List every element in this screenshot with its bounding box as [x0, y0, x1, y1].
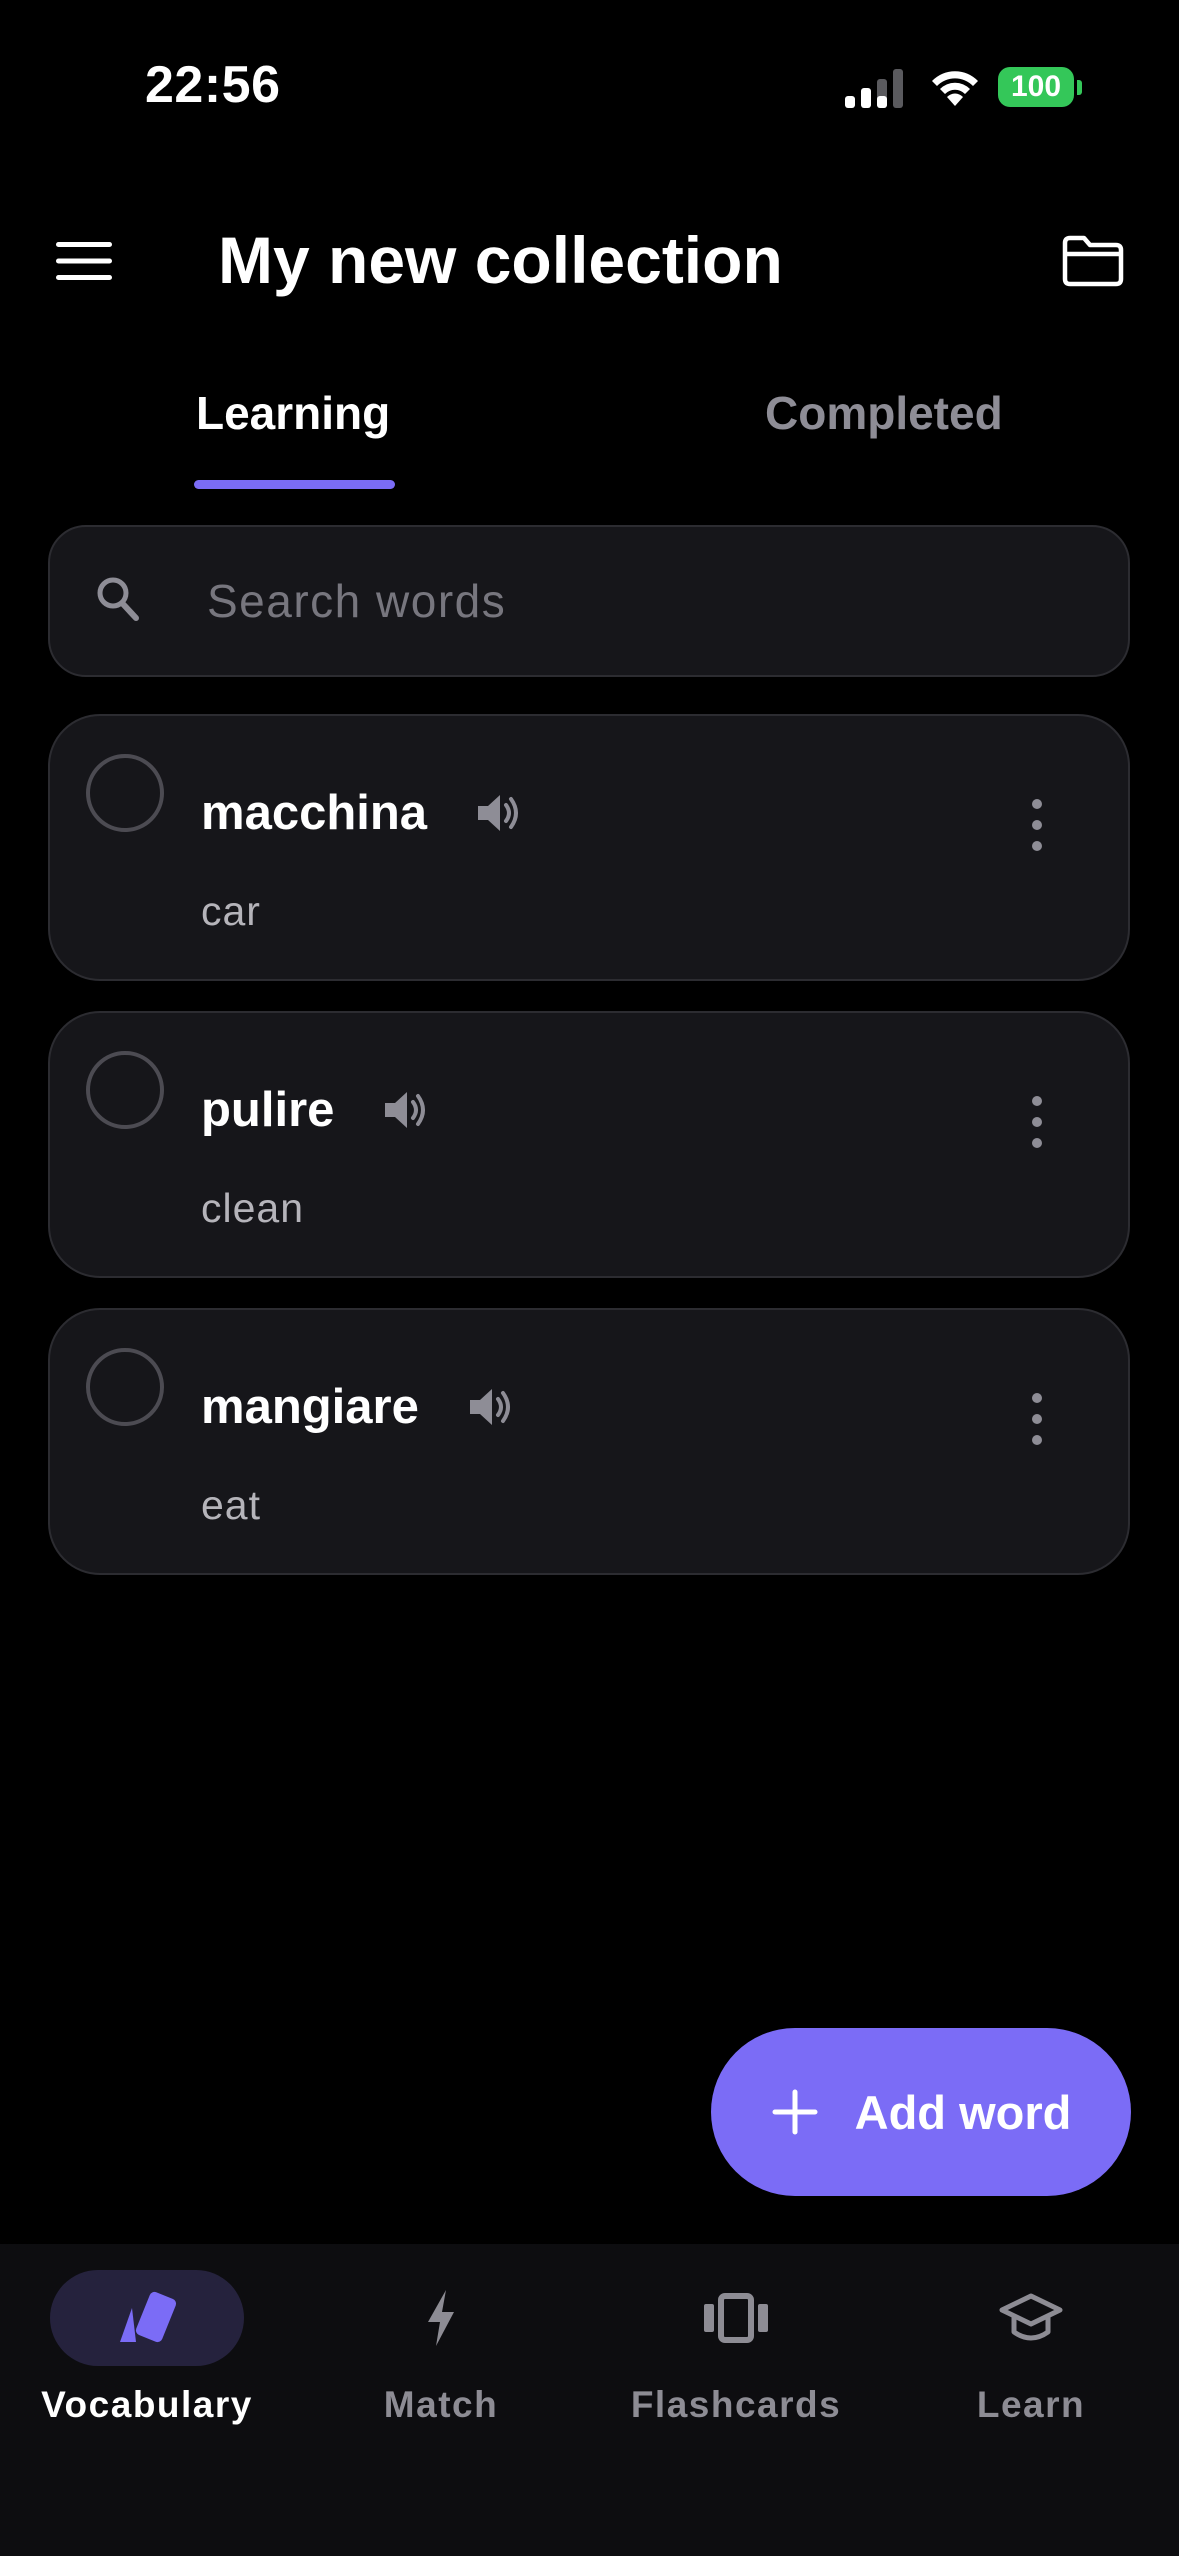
word-card-macchina[interactable]: [48, 714, 1130, 981]
word-checkbox[interactable]: [86, 1348, 164, 1426]
battery-indicator: 100: [998, 67, 1074, 107]
cellular-signal-icon: [845, 69, 903, 108]
word-checkbox[interactable]: [86, 754, 164, 832]
nav-label: Flashcards: [630, 2384, 842, 2425]
more-options-icon[interactable]: [1017, 792, 1057, 858]
status-time: 22:56: [145, 56, 281, 114]
word-translation: car: [201, 888, 261, 934]
more-options-icon[interactable]: [1017, 1386, 1057, 1452]
add-word-button[interactable]: Add word: [711, 2028, 1131, 2196]
active-tab-indicator: [194, 480, 395, 489]
speaker-icon[interactable]: [381, 1087, 429, 1133]
folder-icon[interactable]: [1060, 233, 1126, 289]
battery-level: 100: [1010, 70, 1062, 103]
speaker-icon[interactable]: [466, 1384, 514, 1430]
more-options-icon[interactable]: [1017, 1089, 1057, 1155]
tab-learning[interactable]: Learning: [196, 386, 390, 440]
nav-item-match[interactable]: Match: [311, 2268, 571, 2438]
cards-icon: [120, 2291, 177, 2343]
page-title: My new collection: [218, 223, 783, 297]
word-translation: clean: [201, 1185, 305, 1231]
word-card-mangiare[interactable]: [48, 1308, 1130, 1575]
nav-label: Match: [383, 2384, 499, 2425]
add-word-label: Add word: [854, 2085, 1072, 2139]
word-text: macchina: [201, 786, 428, 840]
word-checkbox[interactable]: [86, 1051, 164, 1129]
word-text: mangiare: [201, 1380, 419, 1434]
flashcards-carousel-icon: [704, 2293, 768, 2343]
tab-completed[interactable]: Completed: [765, 386, 1003, 440]
lightning-icon: [428, 2290, 454, 2346]
speaker-icon[interactable]: [474, 790, 522, 836]
graduation-cap-icon: [999, 2293, 1063, 2341]
word-text: pulire: [201, 1083, 335, 1137]
search-icon: [97, 577, 139, 621]
search-input[interactable]: [205, 570, 1089, 632]
word-card-pulire[interactable]: [48, 1011, 1130, 1278]
nav-label: Learn: [976, 2384, 1086, 2425]
hamburger-menu-icon[interactable]: [52, 236, 116, 286]
plus-icon: [772, 2089, 818, 2135]
wifi-icon: [932, 71, 978, 106]
nav-item-flashcards[interactable]: Flashcards: [606, 2268, 866, 2438]
nav-item-learn[interactable]: Learn: [901, 2268, 1161, 2438]
battery-cap: [1077, 80, 1082, 95]
word-translation: eat: [201, 1482, 261, 1528]
nav-item-vocabulary[interactable]: Vocabulary: [17, 2268, 277, 2438]
nav-label: Vocabulary: [41, 2384, 253, 2425]
